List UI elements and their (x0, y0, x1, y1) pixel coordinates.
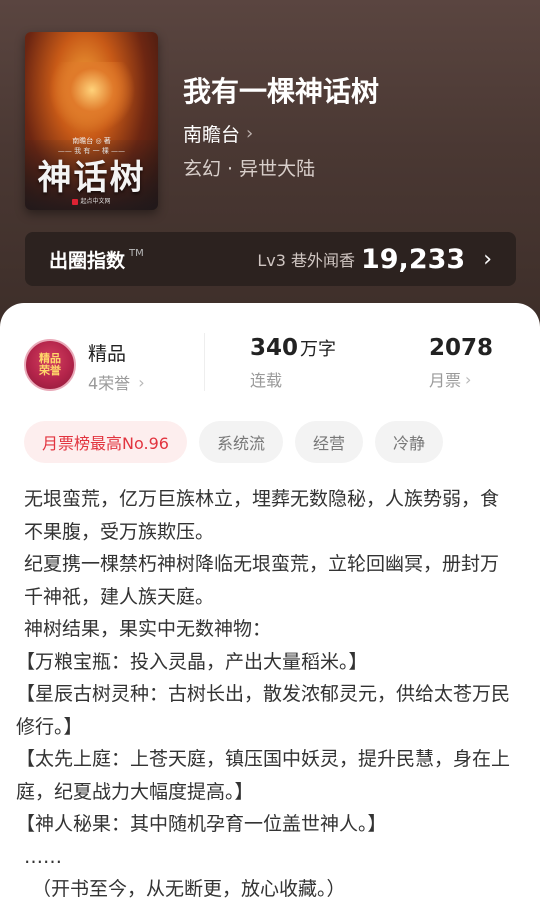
tag-item[interactable]: 冷静 (374, 421, 443, 463)
word-count-value: 340 (250, 335, 299, 361)
cover-art (46, 62, 137, 132)
book-title: 我有一棵神话树 (183, 75, 380, 108)
chevron-right-icon: › (138, 372, 145, 392)
monthly-ticket-stat[interactable]: 2078 月票 › (429, 335, 493, 391)
popularity-index-bar[interactable]: 出圈指数 TM Lv3 巷外闻香 19,233 › (25, 232, 516, 286)
synopsis-line: 神树结果，果实中无数神物： (24, 618, 272, 640)
tag-ranking[interactable]: 月票榜最高No.96 (24, 421, 187, 463)
cover-author: 南瞻台 ◎ 著 (72, 137, 111, 145)
synopsis: 无垠蛮荒，亿万巨族林立，埋葬无数隐秘，人族势弱，食不果腹，受万族欺压。 纪夏携一… (16, 483, 516, 906)
index-level: Lv3 巷外闻香 (257, 251, 355, 270)
quality-label: 精品 (88, 343, 127, 365)
book-header: 南瞻台 ◎ 著 —— 我 有 一 棵 —— 神话树 起点中文网 我有一棵神话树 … (0, 0, 540, 330)
quality-stat[interactable]: 精品 4荣誉 › (88, 339, 145, 394)
book-cover[interactable]: 南瞻台 ◎ 著 —— 我 有 一 棵 —— 神话树 起点中文网 (25, 32, 158, 210)
tag-item[interactable]: 经营 (294, 421, 363, 463)
chevron-right-icon: › (246, 123, 254, 144)
chevron-right-icon: › (483, 246, 492, 272)
index-label: 出圈指数 (49, 249, 126, 272)
index-value: 19,233 (360, 243, 466, 275)
quality-badge-icon: 精品 荣誉 (24, 339, 76, 391)
divider (204, 333, 205, 391)
cover-publisher: 起点中文网 (25, 196, 158, 205)
author-link[interactable]: 南瞻台 › (183, 120, 253, 147)
synopsis-line: 【星辰古树灵种：古树长出，散发浓郁灵元，供给太苍万民修行。】 (16, 683, 511, 738)
honors-count: 4荣誉 (88, 374, 131, 393)
author-name: 南瞻台 (183, 124, 241, 146)
tag-item[interactable]: 系统流 (198, 421, 283, 463)
synopsis-line: （开书至今，从无断更，放心收藏。） (32, 878, 346, 900)
synopsis-line: …… (24, 845, 62, 868)
synopsis-line: 【太先上庭：上苍天庭，镇压国中妖灵，提升民慧，身在上庭，纪夏战力大幅度提高。】 (16, 748, 511, 803)
synopsis-line: 【万粮宝瓶：投入灵晶，产出大量稻米。】 (16, 650, 368, 673)
tag-list: 月票榜最高No.96 系统流 经营 冷静 (24, 421, 455, 463)
serial-status: 连载 (250, 371, 283, 390)
book-detail-card: 精品 荣誉 精品 4荣誉 › 340 万字 连载 2078 月票 › 月票榜最高No… (0, 303, 540, 913)
word-count-stat: 340 万字 连载 (250, 335, 336, 391)
cover-title: 神话树 (37, 158, 146, 198)
monthly-ticket-value: 2078 (429, 335, 494, 361)
synopsis-line: 纪夏携一棵禁朽神树降临无垠蛮荒，立轮回幽冥，册封万千神祇，建人族天庭。 (24, 553, 500, 608)
monthly-ticket-label: 月票 (429, 371, 462, 390)
word-count-unit: 万字 (300, 339, 337, 360)
synopsis-line: 无垠蛮荒，亿万巨族林立，埋葬无数隐秘，人族势弱，食不果腹，受万族欺压。 (24, 488, 500, 543)
chevron-right-icon: › (465, 369, 472, 389)
trademark-mark: TM (129, 247, 144, 259)
synopsis-line: 【神人秘果：其中随机孕育一位盖世神人。】 (16, 813, 387, 835)
book-genre: 玄幻 · 异世大陆 (183, 158, 316, 180)
